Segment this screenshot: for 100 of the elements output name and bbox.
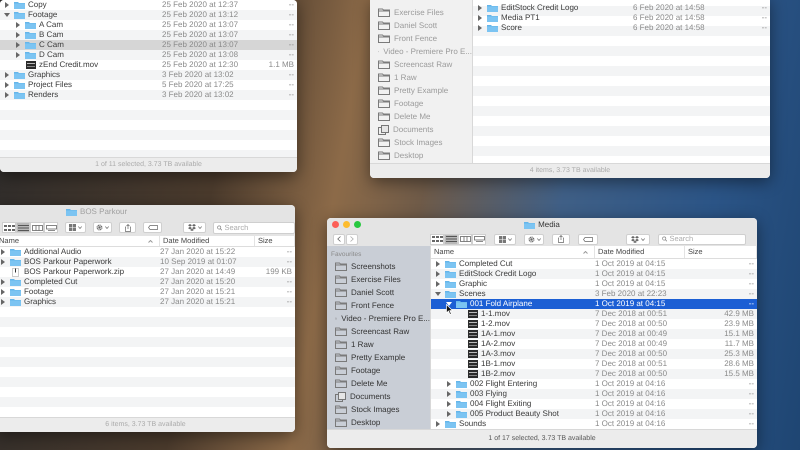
file-row[interactable]: Score 6 Feb 2020 at 14:58 --	[473, 23, 770, 33]
file-size: 28.6 MB	[723, 359, 755, 369]
file-row[interactable]: Footage 25 Feb 2020 at 13:12 --	[0, 10, 297, 20]
file-row[interactable]: Renders 3 Feb 2020 at 13:02 --	[0, 90, 297, 100]
file-row[interactable]: A Cam 25 Feb 2020 at 13:07 --	[0, 20, 297, 30]
disclosure-triangle-icon[interactable]	[0, 299, 6, 305]
disclosure-triangle-icon[interactable]	[446, 411, 452, 417]
file-row[interactable]: Project Files 5 Feb 2020 at 17:25 --	[0, 80, 297, 90]
disclosure-triangle-icon[interactable]	[4, 2, 10, 8]
view-mode-button[interactable]	[472, 234, 486, 244]
view-mode-button[interactable]	[430, 234, 444, 244]
file-row[interactable]: EditStock Credit Logo 1 Oct 2019 at 04:15 --	[431, 269, 757, 279]
sidebar-item[interactable]: Pretty Example	[327, 351, 430, 364]
file-row[interactable]: Footage 27 Jan 2020 at 15:21 --	[0, 287, 295, 297]
file-row[interactable]: 004 Flight Exiting 1 Oct 2019 at 04:16 --	[431, 399, 757, 409]
disclosure-triangle-icon[interactable]	[446, 401, 452, 407]
file-row[interactable]: 1A-1.mov 7 Dec 2018 at 00:49 15.1 MB	[431, 329, 757, 339]
sidebar-item[interactable]: 1 Raw	[327, 338, 430, 351]
disclosure-triangle-icon[interactable]	[446, 301, 452, 307]
view-mode-button[interactable]	[444, 234, 458, 244]
view-mode-button[interactable]	[16, 222, 30, 233]
sidebar-item[interactable]: Front Fence	[327, 299, 430, 312]
disclosure-triangle-icon[interactable]	[435, 421, 441, 427]
sidebar-item[interactable]: Daniel Scott	[327, 286, 430, 299]
disclosure-triangle-icon[interactable]	[0, 289, 6, 295]
settings-button[interactable]	[92, 222, 112, 233]
disclosure-triangle-icon[interactable]	[4, 82, 10, 88]
file-row[interactable]: Completed Cut 1 Oct 2019 at 04:15 --	[431, 259, 757, 269]
date-modified: 1 Oct 2019 at 04:16	[595, 409, 666, 419]
file-name: Renders	[28, 90, 58, 100]
file-row[interactable]: B Cam 25 Feb 2020 at 13:07 --	[0, 30, 297, 40]
disclosure-triangle-icon[interactable]	[477, 25, 483, 31]
dropbox-button[interactable]	[183, 222, 206, 233]
sidebar-item[interactable]: Exercise Files	[327, 273, 430, 286]
disclosure-triangle-icon[interactable]	[15, 52, 21, 58]
disclosure-triangle-icon[interactable]	[4, 12, 10, 18]
settings-button[interactable]	[524, 234, 544, 244]
disclosure-triangle-icon[interactable]	[477, 15, 483, 21]
file-row[interactable]: 005 Product Beauty Shot 1 Oct 2019 at 04:16 --	[431, 409, 757, 419]
view-mode-button[interactable]	[2, 222, 16, 233]
file-row[interactable]: D Cam 25 Feb 2020 at 13:08 --	[0, 50, 297, 60]
disclosure-triangle-icon[interactable]	[4, 92, 10, 98]
sidebar-item[interactable]: Footage	[327, 364, 430, 377]
file-row[interactable]: zEnd Credit.mov 25 Feb 2020 at 12:30 1.1 MB	[0, 60, 297, 70]
sidebar-item[interactable]: Documents	[327, 390, 430, 403]
file-row[interactable]: 1B-2.mov 7 Dec 2018 at 00:50 15.5 MB	[431, 369, 757, 379]
disclosure-triangle-icon[interactable]	[0, 279, 6, 285]
file-row[interactable]: C Cam 25 Feb 2020 at 13:07 --	[0, 40, 297, 50]
group-button[interactable]	[65, 222, 86, 233]
file-size: --	[760, 3, 768, 13]
view-mode-button[interactable]	[44, 222, 58, 233]
file-row[interactable]: Graphic 1 Oct 2019 at 04:15 --	[431, 279, 757, 289]
dropbox-button[interactable]	[626, 234, 650, 244]
disclosure-triangle-icon[interactable]	[4, 72, 10, 78]
file-row[interactable]: EditStock Credit Logo 6 Feb 2020 at 14:58 --	[473, 3, 770, 13]
disclosure-triangle-icon[interactable]	[15, 32, 21, 38]
file-row[interactable]: BOS Parkour Paperwork 10 Sep 2019 at 01:07 --	[0, 257, 295, 267]
file-row[interactable]: Additional Audio 27 Jan 2020 at 15:22 --	[0, 247, 295, 257]
sidebar-item[interactable]: Delete Me	[327, 377, 430, 390]
disclosure-triangle-icon[interactable]	[477, 5, 483, 11]
share-button[interactable]	[119, 222, 136, 233]
file-row[interactable]: 1-2.mov 7 Dec 2018 at 00:50 23.9 MB	[431, 319, 757, 329]
disclosure-triangle-icon[interactable]	[435, 291, 441, 297]
file-row[interactable]: 002 Flight Entering 1 Oct 2019 at 04:16 --	[431, 379, 757, 389]
share-button[interactable]	[552, 234, 570, 244]
disclosure-triangle-icon[interactable]	[435, 271, 441, 277]
disclosure-triangle-icon[interactable]	[0, 259, 6, 265]
disclosure-triangle-icon[interactable]	[15, 22, 21, 28]
file-row[interactable]: BOS Parkour Paperwork.zip 27 Jan 2020 at 14:49 199 KB	[0, 267, 295, 277]
view-mode-button[interactable]	[458, 234, 472, 244]
file-row[interactable]: Scenes 3 Feb 2020 at 22:23 --	[431, 289, 757, 299]
file-row[interactable]: Copy 25 Feb 2020 at 12:37 --	[0, 0, 297, 10]
file-row[interactable]: Graphics 27 Jan 2020 at 15:21 --	[0, 297, 295, 307]
sidebar-item[interactable]: Desktop	[327, 416, 430, 429]
disclosure-triangle-icon[interactable]	[446, 381, 452, 387]
file-row[interactable]: 1B-1.mov 7 Dec 2018 at 00:51 28.6 MB	[431, 359, 757, 369]
file-row[interactable]: 003 Flying 1 Oct 2019 at 04:16 --	[431, 389, 757, 399]
tag-button[interactable]	[578, 234, 598, 244]
file-row[interactable]: Completed Cut 27 Jan 2020 at 15:20 --	[0, 277, 295, 287]
file-row[interactable]: Graphics 3 Feb 2020 at 13:02 --	[0, 70, 297, 80]
back-button[interactable]	[333, 234, 345, 244]
file-row[interactable]: Media PT1 6 Feb 2020 at 14:58 --	[473, 13, 770, 23]
sidebar-item[interactable]: Screencast Raw	[327, 325, 430, 338]
file-row[interactable]: 1A-2.mov 7 Dec 2018 at 00:49 11.7 MB	[431, 339, 757, 349]
sidebar-item[interactable]: Screenshots	[327, 260, 430, 273]
file-row[interactable]: 1-1.mov 7 Dec 2018 at 00:51 42.9 MB	[431, 309, 757, 319]
sidebar-item[interactable]: Stock Images	[327, 403, 430, 416]
sidebar-item[interactable]: Video - Premiere Pro E...	[327, 312, 430, 325]
file-row[interactable]: 1A-3.mov 7 Dec 2018 at 00:50 25.3 MB	[431, 349, 757, 359]
tag-button[interactable]	[143, 222, 162, 233]
file-size: 25.3 MB	[723, 349, 755, 359]
file-row[interactable]: 001 Fold Airplane 1 Oct 2019 at 04:15 --	[431, 299, 757, 309]
disclosure-triangle-icon[interactable]	[446, 391, 452, 397]
disclosure-triangle-icon[interactable]	[435, 281, 441, 287]
view-mode-button[interactable]	[30, 222, 44, 233]
group-button[interactable]	[494, 234, 516, 244]
file-row[interactable]: Sounds 1 Oct 2019 at 04:16 --	[431, 419, 757, 429]
disclosure-triangle-icon[interactable]	[435, 261, 441, 267]
disclosure-triangle-icon[interactable]	[15, 42, 21, 48]
disclosure-triangle-icon[interactable]	[0, 249, 6, 255]
